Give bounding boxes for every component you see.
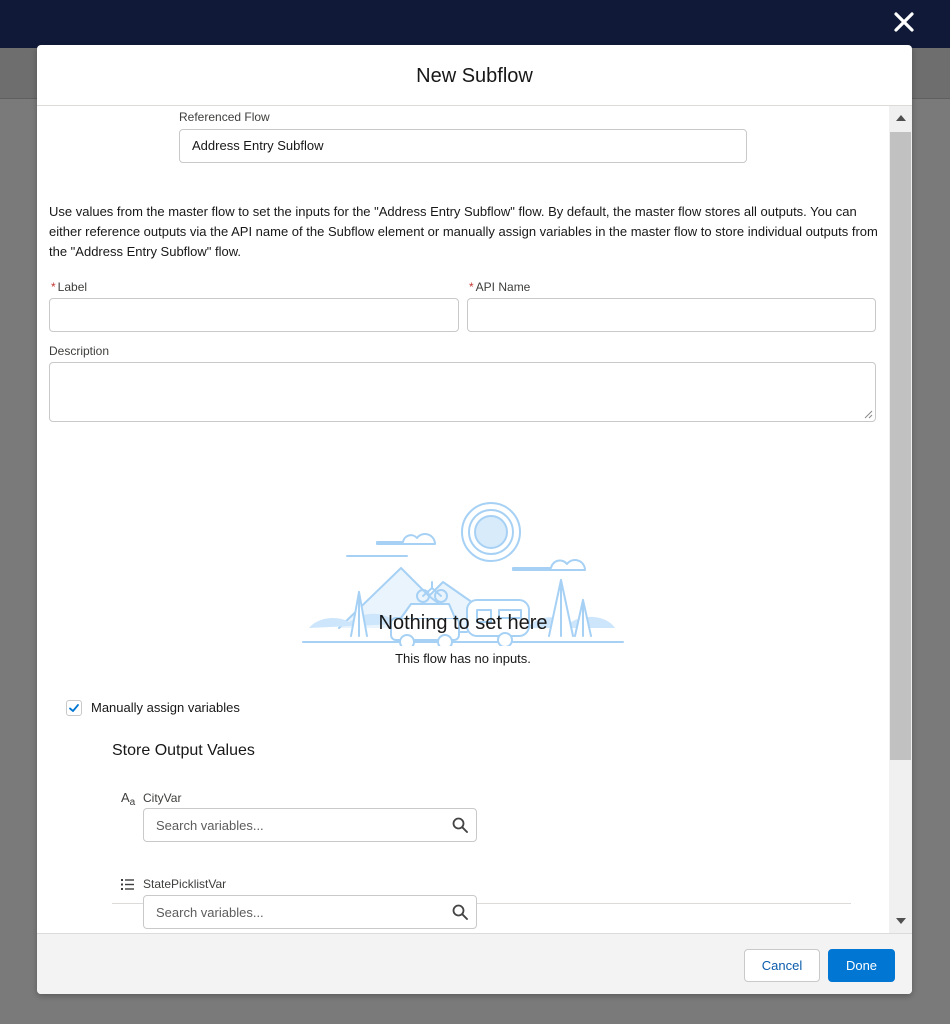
- label-field-label: * Label: [51, 280, 87, 294]
- referenced-flow-field[interactable]: Address Entry Subflow: [179, 129, 747, 163]
- new-subflow-modal: New Subflow Referenced Flow Address Entr…: [37, 45, 912, 994]
- search-icon[interactable]: [452, 817, 468, 833]
- scrollbar-thumb[interactable]: [890, 132, 911, 760]
- search-icon[interactable]: [452, 904, 468, 920]
- output-var-search[interactable]: [143, 895, 477, 929]
- label-field-text: Label: [57, 280, 88, 294]
- manually-assign-label[interactable]: Manually assign variables: [91, 700, 240, 715]
- empty-state-title: Nothing to set here: [378, 612, 548, 634]
- description-textarea[interactable]: [49, 362, 876, 422]
- close-icon[interactable]: [888, 6, 920, 38]
- label-input[interactable]: [49, 298, 459, 332]
- manually-assign-checkbox[interactable]: [66, 700, 82, 716]
- modal-title: New Subflow: [416, 64, 533, 87]
- api-name-field-text: API Name: [475, 280, 531, 294]
- global-header: [0, 0, 950, 48]
- empty-state-subtitle: This flow has no inputs.: [395, 651, 531, 666]
- modal-footer: Cancel Done: [37, 933, 912, 994]
- resize-grip-icon[interactable]: [863, 409, 873, 419]
- api-name-field-label: * API Name: [469, 280, 530, 294]
- picklist-type-icon: [121, 879, 134, 890]
- required-marker: *: [51, 280, 56, 294]
- output-var-name: CityVar: [143, 791, 182, 805]
- cancel-button[interactable]: Cancel: [744, 949, 820, 982]
- output-var-name: StatePicklistVar: [143, 877, 227, 891]
- api-name-input[interactable]: [467, 298, 876, 332]
- referenced-flow-label: Referenced Flow: [179, 110, 270, 124]
- output-var-search[interactable]: [143, 808, 477, 842]
- search-variables-input[interactable]: [144, 809, 458, 841]
- done-button[interactable]: Done: [828, 949, 895, 982]
- modal-body: Referenced Flow Address Entry Subflow Us…: [37, 106, 912, 933]
- modal-header: New Subflow: [37, 45, 912, 106]
- vertical-scrollbar[interactable]: [889, 106, 912, 933]
- text-type-icon: Aa: [121, 790, 136, 808]
- search-variables-input[interactable]: [144, 896, 458, 928]
- modal-content: Referenced Flow Address Entry Subflow Us…: [37, 106, 889, 933]
- scroll-up-arrow-icon[interactable]: [889, 106, 912, 130]
- checkmark-icon: [69, 704, 79, 712]
- subflow-description-text: Use values from the master flow to set t…: [49, 204, 878, 259]
- scroll-down-arrow-icon[interactable]: [889, 909, 912, 933]
- store-output-values-heading: Store Output Values: [112, 742, 255, 759]
- description-field-label: Description: [49, 344, 110, 358]
- required-marker: *: [469, 280, 474, 294]
